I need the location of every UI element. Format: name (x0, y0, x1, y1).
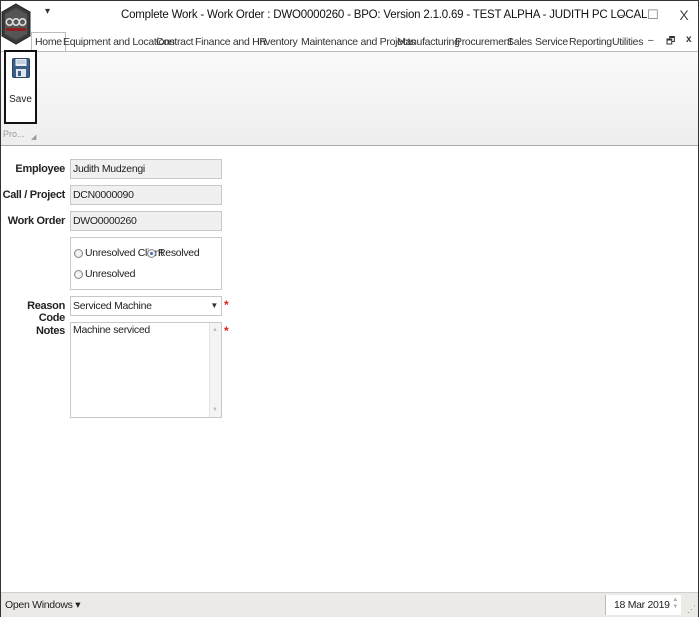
call-project-field[interactable]: DCN0000090 (70, 185, 222, 205)
tab-contract[interactable]: Contract (156, 33, 194, 51)
tab-finance-and-hr[interactable]: Finance and HR (195, 33, 267, 51)
tab-manufacturing[interactable]: Manufacturing (397, 33, 460, 51)
save-button[interactable]: Save (4, 50, 37, 124)
scroll-down-icon[interactable]: ▼ (212, 407, 218, 413)
app-logo-icon[interactable] (1, 3, 31, 45)
tab-service[interactable]: Service (535, 33, 568, 51)
date-spinner-icon[interactable]: ▲ ▼ (672, 597, 678, 611)
date-value: 18 Mar 2019 (614, 599, 670, 611)
notes-textarea[interactable]: Machine serviced ▲ ▼ (70, 322, 222, 418)
minimize-button[interactable]: – (613, 7, 633, 23)
radio-resolved[interactable]: Resolved (147, 247, 200, 259)
ribbon-tabs: Home Equipment and Locations Contract Fi… (31, 32, 698, 53)
employee-label: Employee (15, 163, 65, 175)
tab-sales[interactable]: Sales (507, 33, 532, 51)
mdi-restore-button[interactable]: 🗗 (666, 34, 675, 51)
resize-grip-icon[interactable]: ⋰ (687, 604, 696, 615)
window-title: Complete Work - Work Order : DWO0000260 … (121, 9, 648, 21)
date-picker[interactable]: 18 Mar 2019 ▲ ▼ (605, 595, 681, 615)
radio-label: Resolved (158, 247, 200, 259)
radio-unresolved[interactable]: Unresolved (74, 268, 135, 280)
dropdown-arrow-icon[interactable]: ▼ (210, 297, 218, 315)
work-order-field[interactable]: DWO0000260 (70, 211, 222, 231)
radio-label: Unresolved (85, 268, 136, 280)
mdi-minimize-button[interactable]: – (648, 35, 654, 46)
notes-scrollbar[interactable]: ▲ ▼ (209, 323, 221, 417)
scroll-up-icon[interactable]: ▲ (212, 327, 218, 333)
radio-button-icon (74, 248, 83, 258)
mdi-close-button[interactable]: x (686, 34, 692, 45)
application-window: ▾ Complete Work - Work Order : DWO000026… (0, 0, 699, 617)
radio-button-icon (74, 269, 83, 279)
save-label: Save (9, 94, 32, 105)
employee-field[interactable]: Judith Mudzengi (70, 159, 222, 179)
notes-label: Notes (35, 325, 65, 337)
required-marker: * (224, 324, 229, 338)
call-project-label: Call / Project (2, 189, 66, 201)
reason-code-select[interactable]: Serviced Machine ▼ (70, 296, 222, 316)
work-order-label: Work Order (7, 215, 66, 227)
floppy-disk-icon (12, 58, 30, 78)
close-button[interactable]: X (674, 7, 694, 23)
status-bar: Open Windows ▾ 18 Mar 2019 ▲ ▼ ⋰ (1, 592, 698, 617)
maximize-button[interactable]: ☐ (643, 7, 663, 23)
reason-code-label: Reason Code (27, 300, 65, 324)
quick-access-dropdown-icon[interactable]: ▾ (45, 6, 50, 17)
tab-reporting[interactable]: Reporting (569, 33, 612, 51)
title-bar: ▾ Complete Work - Work Order : DWO000026… (1, 1, 698, 45)
open-windows-menu[interactable]: Open Windows ▾ (5, 599, 80, 611)
radio-button-selected-icon (147, 248, 156, 258)
group-launcher-icon[interactable]: ◢ (31, 133, 36, 141)
tab-utilities[interactable]: Utilities (612, 33, 643, 51)
ribbon-group-label: Pro... (3, 129, 25, 139)
reason-code-value: Serviced Machine (73, 300, 152, 312)
tab-inventory[interactable]: Inventory (257, 33, 298, 51)
tab-procurement[interactable]: Procurement (455, 33, 512, 51)
resolution-radio-group: Unresolved Client Resolved Unresolved (70, 237, 222, 290)
ribbon-panel: Save Pro... ◢ (1, 50, 698, 146)
notes-value: Machine serviced (73, 324, 150, 336)
required-marker: * (224, 298, 229, 312)
